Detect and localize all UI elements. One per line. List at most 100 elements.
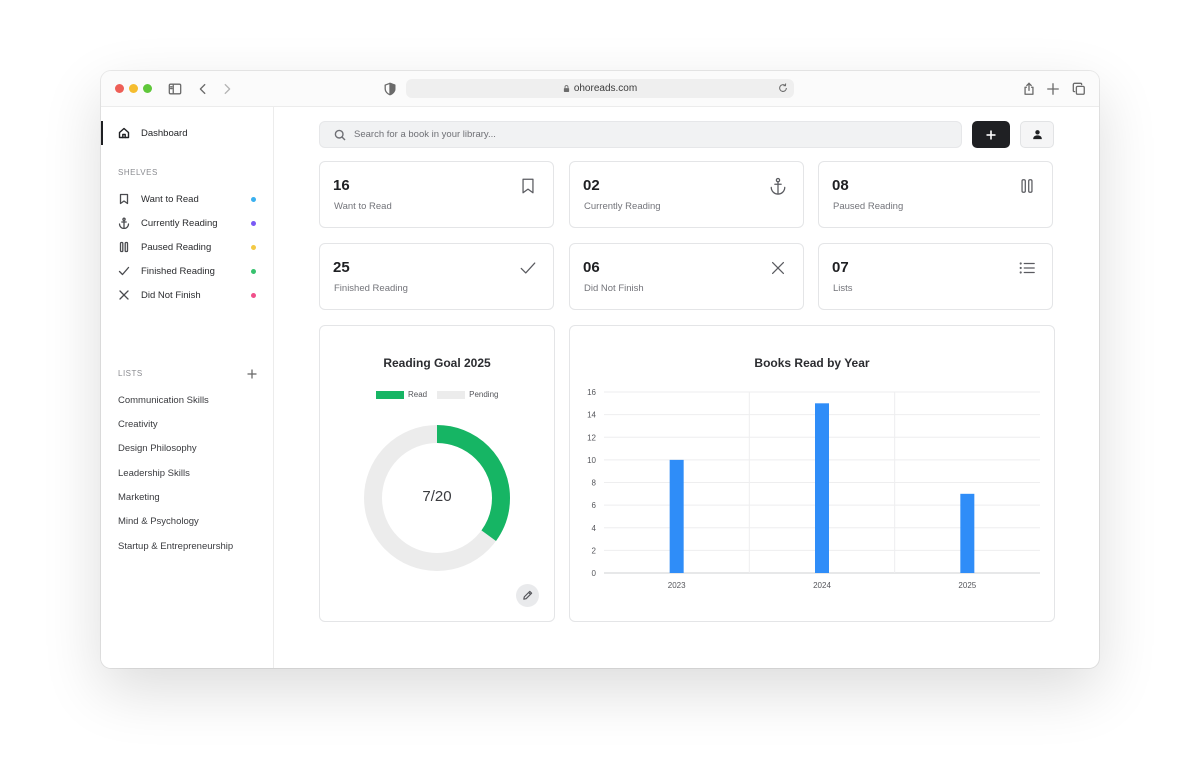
sidebar-item-label: Paused Reading [141,241,212,253]
anchor-icon [118,217,130,229]
user-icon [1032,130,1042,140]
stat-card-lists[interactable]: 07 Lists [818,243,1053,310]
stat-value: 07 [832,259,849,276]
stat-card-did-not-finish[interactable]: 06 Did Not Finish [569,243,804,310]
add-book-button[interactable] [972,121,1010,148]
stat-card-want-to-read[interactable]: 16 Want to Read [319,161,554,228]
check-icon [118,265,130,277]
privacy-shield-icon[interactable] [381,80,399,98]
browser-titlebar: ohoreads.com [101,71,1099,107]
bookmark-icon [518,176,538,196]
sidebar-item-label: Want to Read [141,193,199,205]
pencil-icon [523,590,533,600]
list-icon [1017,258,1037,278]
bar-2023[interactable] [669,459,684,573]
shelves-heading: SHELVES [118,168,158,177]
stat-card-finished-reading[interactable]: 25 Finished Reading [319,243,554,310]
goal-legend: Read Pending [376,390,498,399]
minimize-window-button[interactable] [129,84,138,93]
y-tick-label: 6 [592,501,597,510]
sidebar-list-item[interactable]: Leadership Skills [118,468,190,479]
browser-window: ohoreads.com Dashboard SHELVES Want to R… [101,71,1099,668]
pause-icon [118,241,130,253]
sidebar-item-want-to-read[interactable]: Want to Read [118,190,199,208]
stat-card-currently-reading[interactable]: 02 Currently Reading [569,161,804,228]
forward-icon[interactable] [218,80,236,98]
tab-overview-icon[interactable] [1070,80,1088,98]
zoom-window-button[interactable] [143,84,152,93]
sidebar-item-paused-reading[interactable]: Paused Reading [118,238,211,256]
sidebar-list-item[interactable]: Mind & Psychology [118,516,199,527]
sidebar-item-finished-reading[interactable]: Finished Reading [118,262,215,280]
legend-swatch-read [376,390,404,399]
y-tick-label: 8 [592,479,597,488]
stat-label: Finished Reading [334,283,408,294]
search-bar[interactable]: Search for a book in your library... [319,121,962,148]
shelf-color-dot [251,269,256,274]
stat-label: Currently Reading [584,201,661,212]
sidebar-item-dashboard[interactable]: Dashboard [118,124,187,142]
stat-value: 25 [333,259,350,276]
y-tick-label: 16 [587,388,596,397]
plus-icon [247,369,257,379]
stat-value: 16 [333,177,350,194]
sidebar: Dashboard SHELVES Want to Read Currently… [101,107,274,668]
x-tick-label: 2023 [668,581,686,590]
sidebar-list-item[interactable]: Creativity [118,419,158,430]
x-icon [118,289,130,301]
y-tick-label: 12 [587,433,596,442]
legend-label-pending: Pending [469,390,499,399]
plus-icon [986,130,996,139]
anchor-icon [768,176,788,196]
lock-icon [563,85,569,92]
sidebar-list-item[interactable]: Startup & Entrepreneurship [118,541,233,552]
shelf-color-dot [251,221,256,226]
x-icon [768,258,788,278]
sidebar-item-currently-reading[interactable]: Currently Reading [118,214,218,232]
back-icon[interactable] [194,80,212,98]
stat-label: Lists [833,283,853,294]
stat-label: Did Not Finish [584,283,644,294]
sidebar-item-label: Currently Reading [141,217,218,229]
shelf-color-dot [251,293,256,298]
y-tick-label: 2 [592,546,597,555]
add-list-button[interactable] [246,367,258,379]
new-tab-icon[interactable] [1044,80,1062,98]
sidebar-list-item[interactable]: Communication Skills [118,395,209,406]
stat-label: Want to Read [334,201,392,212]
stat-label: Paused Reading [833,201,904,212]
sidebar-list-item[interactable]: Marketing [118,492,160,503]
reading-goal-title: Reading Goal 2025 [383,356,491,370]
sidebar-toggle-icon[interactable] [166,80,184,98]
active-nav-indicator [101,121,103,145]
reading-goal-panel: Reading Goal 2025 Read Pending 7/20 [319,325,555,622]
stat-card-paused-reading[interactable]: 08 Paused Reading [818,161,1053,228]
legend-label-read: Read [408,390,428,399]
shelf-color-dot [251,245,256,250]
search-icon [334,129,346,140]
sidebar-item-label: Finished Reading [141,265,215,277]
check-icon [518,258,538,278]
bar-2024[interactable] [815,403,829,573]
sidebar-list-item[interactable]: Design Philosophy [118,443,197,454]
x-tick-label: 2025 [958,581,976,590]
address-bar[interactable]: ohoreads.com [406,79,794,98]
y-tick-label: 10 [587,456,596,465]
account-button[interactable] [1020,121,1054,148]
edit-goal-button[interactable] [516,584,539,607]
x-tick-label: 2024 [813,581,831,590]
stat-value: 08 [832,177,849,194]
url-text: ohoreads.com [573,83,638,94]
close-window-button[interactable] [115,84,124,93]
search-input[interactable]: Search for a book in your library... [354,129,496,140]
stat-value: 06 [583,259,600,276]
shelf-color-dot [251,197,256,202]
bar-2025[interactable] [960,493,975,573]
bookmark-icon [118,193,130,205]
main-content: Search for a book in your library... 16 … [275,107,1099,668]
y-tick-label: 14 [587,411,596,420]
lists-heading: LISTS [118,369,143,378]
share-icon[interactable] [1020,80,1038,98]
sidebar-item-did-not-finish[interactable]: Did Not Finish [118,286,201,304]
reload-icon[interactable] [777,82,789,94]
